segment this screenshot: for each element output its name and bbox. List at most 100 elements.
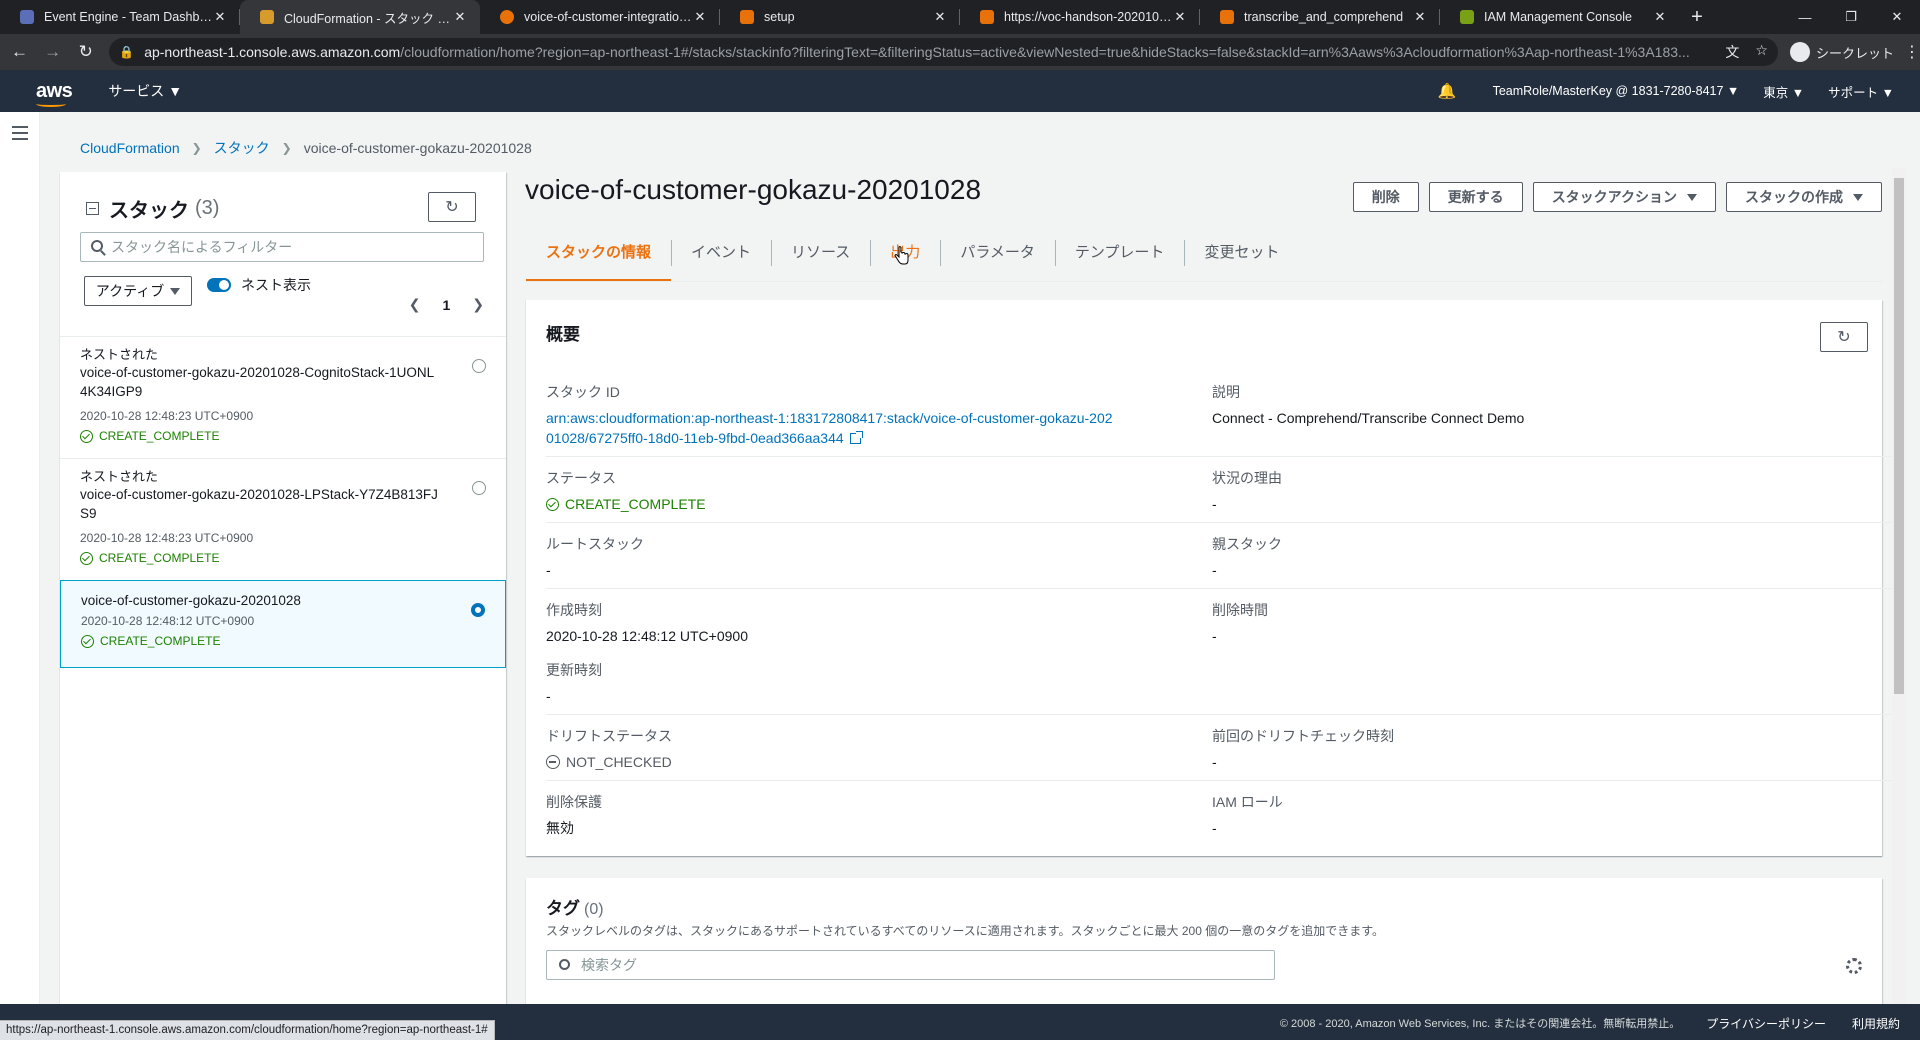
incognito-profile[interactable]: シークレット: [1789, 42, 1894, 62]
close-tab-icon[interactable]: ✕: [1652, 9, 1668, 25]
overview-heading: 概要: [546, 325, 580, 344]
current-page[interactable]: 1: [442, 297, 450, 313]
stack-list-item-selected[interactable]: voice-of-customer-gokazu-20201028 2020-1…: [60, 580, 506, 668]
drift-badge: NOT_CHECKED: [546, 752, 672, 772]
bookmark-star-icon[interactable]: ☆: [1755, 42, 1768, 62]
notebook-favicon-icon: [1220, 10, 1234, 24]
termination-protection-field: 削除保護 無効: [546, 794, 602, 836]
stack-list-panel: スタック (3) ↻ スタック名によるフィルター アクティブ ネスト表示 ❮ 1…: [60, 172, 506, 1004]
page-title: voice-of-customer-gokazu-20201028: [525, 174, 982, 205]
stack-list-item[interactable]: ネストされた voice-of-customer-gokazu-20201028…: [60, 336, 506, 458]
region-menu[interactable]: 東京 ▼: [1763, 82, 1804, 101]
row-divider: [546, 714, 1898, 715]
browser-tab[interactable]: IAM Management Console ✕: [1440, 0, 1680, 34]
browser-tab[interactable]: https://voc-handson-20201028-g ✕: [960, 0, 1200, 34]
close-tab-icon[interactable]: ✕: [212, 9, 228, 25]
collapse-icon[interactable]: [86, 202, 99, 215]
notification-bell-icon[interactable]: 🔔: [1438, 82, 1457, 100]
scrollbar-thumb[interactable]: [1894, 178, 1904, 694]
stack-list-item[interactable]: ネストされた voice-of-customer-gokazu-20201028…: [60, 458, 506, 580]
hand-cursor-icon: [894, 246, 909, 265]
back-icon[interactable]: ←: [6, 38, 33, 66]
update-button[interactable]: 更新する: [1428, 182, 1523, 212]
stack-list-refresh-button[interactable]: ↻: [428, 192, 476, 222]
check-circle-icon: [80, 429, 93, 443]
stack-id-link[interactable]: arn:aws:cloudformation:ap-northeast-1:18…: [546, 408, 1116, 448]
services-menu[interactable]: サービス ▼: [108, 81, 182, 101]
status-badge: CREATE_COMPLETE: [546, 494, 706, 514]
incognito-icon: [1789, 42, 1810, 62]
terms-of-use-link[interactable]: 利用規約: [1852, 1015, 1900, 1032]
browser-tab[interactable]: Event Engine - Team Dashboard ✕: [0, 0, 240, 34]
breadcrumb-stacks[interactable]: スタック: [214, 138, 270, 158]
gear-icon[interactable]: [1846, 958, 1862, 974]
hamburger-menu-icon[interactable]: [12, 126, 28, 144]
window-controls: — ❐ ✕: [1782, 0, 1920, 34]
close-tab-icon[interactable]: ✕: [1412, 9, 1428, 25]
tab-events[interactable]: イベント: [671, 234, 771, 282]
page-scrollbar[interactable]: [1892, 168, 1906, 1004]
aws-logo[interactable]: aws: [36, 80, 73, 107]
tab-parameters[interactable]: パラメータ: [940, 234, 1055, 282]
stack-radio[interactable]: [472, 359, 486, 373]
row-divider: [546, 522, 1898, 523]
browser-toolbar: ← → ↻ 🔒 ap-northeast-1.console.aws.amazo…: [0, 34, 1920, 70]
status-badge: CREATE_COMPLETE: [80, 551, 486, 565]
browser-tab[interactable]: setup ✕: [720, 0, 960, 34]
status-field: ステータス CREATE_COMPLETE: [546, 470, 706, 514]
lock-icon: 🔒: [119, 45, 135, 59]
tab-stack-info[interactable]: スタックの情報: [526, 234, 672, 282]
tag-search-input[interactable]: 検索タグ: [546, 950, 1275, 980]
breadcrumb-current: voice-of-customer-gokazu-20201028: [303, 140, 532, 156]
nested-view-toggle[interactable]: ネスト表示: [207, 275, 311, 295]
close-tab-icon[interactable]: ✕: [452, 9, 468, 25]
account-menu[interactable]: TeamRole/MasterKey @ 1831-7280-8417 ▼: [1493, 84, 1740, 98]
description-field: 説明 Connect - Comprehend/Transcribe Conne…: [1212, 384, 1525, 426]
stack-id-field: スタック ID arn:aws:cloudformation:ap-northe…: [546, 382, 1116, 448]
next-page-icon[interactable]: ❯: [472, 296, 484, 313]
iam-role-field: IAM ロール -: [1212, 794, 1283, 836]
close-window-icon[interactable]: ✕: [1874, 0, 1920, 34]
jupyter-favicon-icon: [500, 10, 514, 24]
terminal-favicon-icon: [980, 10, 994, 24]
restore-icon[interactable]: ❐: [1828, 0, 1874, 34]
parent-stack-field: 親スタック -: [1212, 536, 1282, 578]
check-circle-icon: [81, 634, 94, 648]
stack-filter-input[interactable]: スタック名によるフィルター: [80, 232, 484, 262]
browser-tab[interactable]: transcribe_and_comprehend ✕: [1200, 0, 1440, 34]
forward-icon[interactable]: →: [39, 38, 66, 66]
translate-icon[interactable]: 文: [1725, 42, 1739, 62]
prev-page-icon[interactable]: ❮: [409, 296, 421, 313]
reload-icon[interactable]: ↻: [72, 38, 99, 66]
tab-resources[interactable]: リソース: [771, 234, 870, 282]
tab-change-sets[interactable]: 変更セット: [1184, 234, 1299, 282]
updated-time-field: 更新時刻 -: [546, 662, 602, 704]
minimize-icon[interactable]: —: [1782, 0, 1828, 34]
caret-down-icon: [1853, 193, 1863, 201]
close-tab-icon[interactable]: ✕: [932, 9, 948, 25]
stack-radio[interactable]: [471, 603, 485, 617]
create-stack-button[interactable]: スタックの作成: [1726, 182, 1882, 212]
status-filter-select[interactable]: アクティブ: [84, 276, 192, 306]
close-tab-icon[interactable]: ✕: [692, 9, 708, 25]
toggle-switch[interactable]: [207, 278, 231, 292]
new-tab-button[interactable]: +: [1680, 0, 1714, 34]
external-link-icon: [849, 431, 863, 444]
close-tab-icon[interactable]: ✕: [1172, 9, 1188, 25]
stack-actions-button[interactable]: スタックアクション: [1532, 182, 1716, 212]
tags-panel: タグ (0) スタックレベルのタグは、スタックにあるサポートされているすべてのリソ…: [526, 878, 1882, 1004]
browser-menu-icon[interactable]: ⋮: [1904, 42, 1920, 62]
chevron-right-icon: ❯: [281, 141, 292, 155]
stack-radio[interactable]: [472, 481, 486, 495]
stack-list-title: スタック (3): [86, 194, 219, 223]
overview-refresh-button[interactable]: ↻: [1820, 322, 1868, 352]
support-menu[interactable]: サポート ▼: [1828, 82, 1894, 101]
tab-template[interactable]: テンプレート: [1054, 234, 1185, 282]
breadcrumb-cloudformation[interactable]: CloudFormation: [80, 140, 180, 156]
status-reason-field: 状況の理由 -: [1212, 470, 1282, 512]
browser-tab-active[interactable]: CloudFormation - スタック voice-o✕: [240, 0, 480, 34]
address-bar[interactable]: 🔒 ap-northeast-1.console.aws.amazon.com …: [109, 38, 1778, 66]
delete-button[interactable]: 削除: [1352, 182, 1419, 212]
privacy-policy-link[interactable]: プライバシーポリシー: [1706, 1015, 1826, 1032]
browser-tab[interactable]: voice-of-customer-integration-h ✕: [480, 0, 720, 34]
